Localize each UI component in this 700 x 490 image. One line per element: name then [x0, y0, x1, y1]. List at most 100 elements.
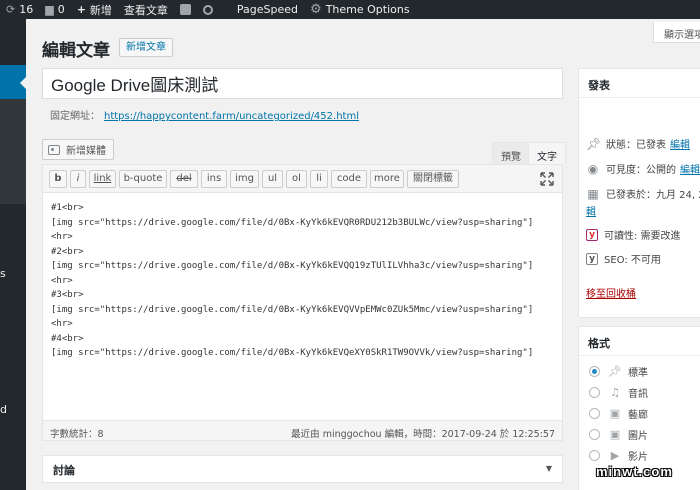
customize-menu[interactable]	[197, 0, 219, 19]
qt-more-button[interactable]: more	[370, 170, 404, 188]
image-icon: ▣	[609, 428, 621, 441]
published-edit-link[interactable]: 輯	[586, 203, 596, 218]
radio-video[interactable]	[589, 450, 600, 461]
calendar-icon: ▦	[587, 186, 599, 201]
qt-ins-button[interactable]: ins	[201, 170, 227, 188]
gear-icon: ⚙	[310, 2, 322, 17]
menu-item-posts-active[interactable]	[0, 65, 26, 99]
format-label: 圖片	[628, 431, 648, 442]
qt-bold-button[interactable]: b	[49, 170, 67, 188]
radio-audio[interactable]	[589, 387, 600, 398]
new-content-menu[interactable]: + 新增	[71, 0, 118, 19]
fullscreen-icon[interactable]	[540, 172, 554, 186]
visibility-label: 可見度：公開的	[606, 165, 676, 176]
visibility-edit-link[interactable]: 編輯	[680, 161, 700, 176]
add-media-label: 新增媒體	[66, 146, 106, 157]
format-label: 藝廊	[628, 410, 648, 421]
published-on: 已發表於：九月 24, 2	[606, 190, 700, 201]
page-title: 編輯文章	[42, 41, 110, 61]
status-label: 狀態：已發表	[606, 140, 666, 151]
editor-content[interactable]: #1<br> [img src="https://drive.google.co…	[51, 201, 556, 361]
qt-del-button[interactable]: del	[170, 170, 198, 188]
tab-text[interactable]: 文字	[528, 142, 566, 164]
publish-title: 發表	[588, 79, 610, 92]
seo-row: y SEO: 不可用	[586, 251, 661, 266]
yoast-readability-icon: y	[586, 228, 598, 241]
format-option-video[interactable]: ▶ 影片	[589, 448, 648, 463]
updates-menu[interactable]: ⟳ 16	[0, 0, 39, 19]
tab-visual[interactable]: 預覽	[492, 142, 530, 164]
published-edit-row: 輯	[586, 203, 596, 218]
plus-icon: +	[76, 3, 86, 16]
yoast-menu[interactable]	[174, 0, 197, 19]
menu-item-fragment[interactable]: s	[0, 267, 6, 280]
qt-code-button[interactable]: code	[331, 170, 367, 188]
visibility-row: ◉ 可見度：公開的 編輯	[586, 161, 700, 177]
status-row: 📌︎ 狀態：已發表 編輯	[586, 136, 690, 152]
updates-count: 16	[19, 3, 34, 16]
pagespeed-label: PageSpeed	[236, 3, 299, 16]
qt-img-button[interactable]: img	[230, 170, 259, 188]
editor-status-bar: 字數統計：8 最近由 minggochou 編輯，時間：2017-09-24 於…	[43, 420, 562, 440]
circle-icon	[202, 4, 213, 15]
qt-link-button[interactable]: link	[89, 170, 116, 188]
updates-icon: ⟳	[6, 3, 16, 16]
admin-menu: s d	[0, 19, 26, 490]
divider	[579, 97, 700, 98]
status-edit-link[interactable]: 編輯	[670, 136, 690, 151]
discussion-box[interactable]: 討論 ▼	[42, 455, 563, 483]
publish-box: 發表 📌︎ 狀態：已發表 編輯 ◉ 可見度：公開的 編輯 ▦ 已發表於：九月 2…	[578, 68, 700, 318]
readability-label: 可讀性: 需要改進	[604, 231, 681, 242]
format-option-image[interactable]: ▣ 圖片	[589, 427, 648, 442]
radio-gallery[interactable]	[589, 408, 600, 419]
qt-ol-button[interactable]: ol	[286, 170, 307, 188]
qt-li-button[interactable]: li	[310, 170, 328, 188]
qt-close-tags-button[interactable]: 關閉標籤	[407, 170, 459, 188]
view-post-link[interactable]: 查看文章	[118, 0, 174, 19]
post-title-input[interactable]	[42, 68, 563, 99]
discussion-title: 討論	[53, 464, 75, 477]
format-label: 音訊	[628, 389, 648, 400]
music-icon: ♫	[610, 386, 620, 399]
eye-icon: ◉	[587, 161, 599, 176]
qt-bquote-button[interactable]: b-quote	[119, 170, 167, 188]
permalink-url[interactable]: https://happycontent.farm/uncategorized/…	[104, 111, 359, 122]
pin-icon: 📌︎	[608, 365, 622, 378]
comments-menu[interactable]: ▆ 0	[39, 0, 70, 19]
video-icon: ▶	[610, 449, 620, 462]
screen-options-button[interactable]: 顯示選項	[653, 22, 700, 43]
yoast-seo-icon: y	[586, 252, 598, 265]
chevron-down-icon[interactable]: ▼	[546, 464, 552, 473]
menu-item-fragment[interactable]: d	[0, 403, 7, 416]
format-option-standard[interactable]: 📌︎ 標準	[589, 364, 648, 379]
seo-label: SEO: 不可用	[604, 255, 661, 266]
format-label: 標準	[628, 368, 648, 379]
permalink-label: 固定網址：	[50, 111, 100, 122]
comments-count: 0	[57, 3, 65, 16]
add-new-post-button[interactable]: 新增文章	[119, 38, 173, 57]
format-option-audio[interactable]: ♫ 音訊	[589, 385, 648, 400]
format-label: 影片	[628, 452, 648, 463]
admin-bar: ⟳ 16 ▆ 0 + 新增 查看文章 PageSpeed ⚙ Theme Opt…	[0, 0, 700, 19]
permalink: 固定網址： https://happycontent.farm/uncategor…	[50, 107, 359, 122]
format-option-gallery[interactable]: ▣ 藝廊	[589, 406, 648, 421]
qt-italic-button[interactable]: i	[70, 170, 86, 188]
new-label: 新增	[89, 3, 112, 17]
qt-ul-button[interactable]: ul	[262, 170, 283, 188]
last-edited: 最近由 minggochou 編輯，時間：2017-09-24 於 12:25:…	[291, 429, 555, 440]
divider	[579, 355, 700, 356]
theme-options-menu[interactable]: ⚙ Theme Options	[304, 0, 416, 19]
watermark: minwt.com	[596, 464, 673, 479]
view-post-label: 查看文章	[123, 3, 168, 17]
posts-submenu	[0, 99, 26, 204]
pagespeed-menu[interactable]: PageSpeed	[231, 0, 304, 19]
theme-options-label: Theme Options	[325, 3, 410, 16]
move-to-trash-link[interactable]: 移至回收桶	[586, 285, 636, 300]
text-editor: b i link b-quote del ins img ul ol li co…	[42, 164, 563, 441]
radio-standard[interactable]	[589, 366, 600, 377]
comment-icon: ▆	[45, 3, 54, 16]
format-title: 格式	[588, 337, 610, 350]
radio-image[interactable]	[589, 429, 600, 440]
add-media-button[interactable]: 新增媒體	[42, 139, 114, 160]
readability-row: y 可讀性: 需要改進	[586, 227, 681, 242]
